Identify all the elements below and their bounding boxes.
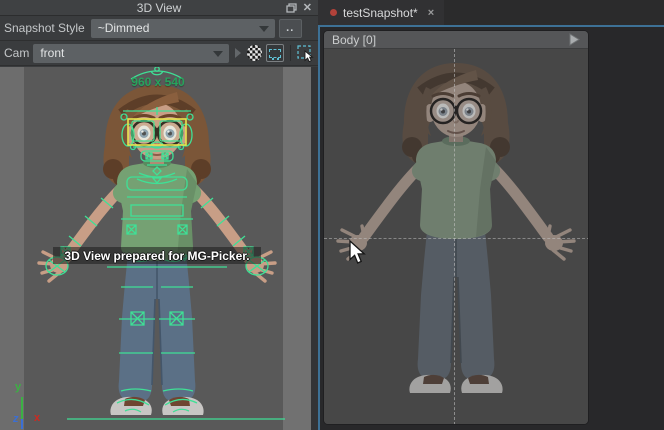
snapshot-style-label: Snapshot Style: [4, 21, 85, 35]
camera-row: Cam front: [0, 41, 318, 66]
snapshot-viewport[interactable]: [324, 49, 588, 425]
chevron-down-icon: [213, 51, 223, 57]
viewport-right-edge: [311, 67, 318, 430]
resolution-gate-icon[interactable]: [266, 44, 284, 62]
unsaved-dot-icon: [330, 9, 337, 16]
axis-x-label: x: [34, 412, 40, 424]
mg-picker-window: 3D View ✕ Snapshot Style ~Dimmed .. Cam …: [0, 0, 664, 430]
tab-label: testSnapshot*: [343, 6, 418, 20]
body-snapshot-panel: Body [0]: [323, 30, 589, 425]
crosshair-horizontal: [324, 238, 588, 239]
axis-y-line: [21, 397, 23, 419]
camera-dropdown[interactable]: front: [33, 44, 229, 63]
axis-y-label: y: [15, 381, 21, 393]
checker-sphere-icon[interactable]: [247, 45, 262, 61]
play-arrow-icon[interactable]: [569, 33, 580, 46]
marquee-select-icon[interactable]: [297, 45, 314, 62]
panel-snapshot: testSnapshot* × Body [0]: [318, 0, 664, 430]
axis-z-label: z: [13, 413, 19, 425]
snapshot-style-row: Snapshot Style ~Dimmed ..: [0, 16, 318, 41]
snapshot-style-value: ~Dimmed: [98, 21, 150, 35]
panel-title: 3D View: [137, 1, 181, 15]
character-snapshot: [326, 49, 586, 409]
camera-value: front: [40, 46, 64, 60]
more-options-button[interactable]: ..: [279, 19, 302, 38]
cam-label: Cam: [4, 46, 29, 60]
viewport-message: 3D View prepared for MG-Picker.: [64, 249, 249, 263]
viewport-message-band: 3D View prepared for MG-Picker.: [53, 247, 261, 264]
pane-border-top: [318, 25, 664, 27]
mouse-cursor: [349, 240, 367, 266]
snapshot-tabbar: testSnapshot* ×: [318, 0, 664, 25]
restore-window-icon[interactable]: [286, 3, 297, 13]
expander-arrow-icon[interactable]: [235, 48, 241, 58]
toolbar-separator: [290, 45, 291, 61]
tab-close-icon[interactable]: ×: [428, 7, 434, 19]
close-window-icon[interactable]: ✕: [303, 3, 312, 14]
pane-border-left: [318, 25, 320, 430]
gate-margin-right: [283, 67, 311, 430]
snapshot-style-dropdown[interactable]: ~Dimmed: [91, 19, 275, 38]
crosshair-vertical: [454, 49, 455, 425]
gate-margin-left: [0, 67, 24, 430]
3d-viewport[interactable]: 960 x 540 3D View prepared for MG-Picker…: [0, 67, 318, 430]
panel-3d-view: 3D View ✕ Snapshot Style ~Dimmed .. Cam …: [0, 0, 318, 430]
panel-titlebar: 3D View ✕: [0, 0, 318, 16]
resolution-gate-label: 960 x 540: [108, 75, 208, 89]
body-header-label: Body [0]: [332, 33, 376, 47]
tab-testsnapshot[interactable]: testSnapshot* ×: [318, 0, 444, 25]
axis-z-line: [21, 419, 23, 429]
body-panel-header[interactable]: Body [0]: [324, 31, 588, 49]
chevron-down-icon: [259, 26, 269, 32]
